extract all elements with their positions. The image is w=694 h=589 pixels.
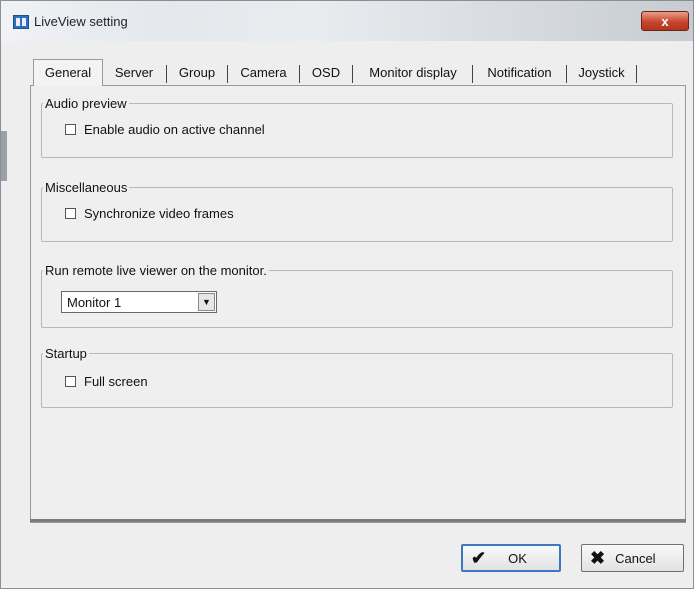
enable-audio-option[interactable]: Enable audio on active channel xyxy=(65,122,265,137)
cancel-label: Cancel xyxy=(615,550,656,566)
close-icon: x xyxy=(661,13,669,29)
title-bar[interactable]: LiveView setting x xyxy=(1,1,693,41)
monitor-select[interactable]: Monitor 1 ▼ xyxy=(61,291,217,313)
tab-monitor-display[interactable]: Monitor display xyxy=(358,61,468,85)
tab-osd[interactable]: OSD xyxy=(304,61,348,85)
tab-joystick[interactable]: Joystick xyxy=(570,61,633,85)
full-screen-label[interactable]: Full screen xyxy=(84,374,148,389)
window-title: LiveView setting xyxy=(34,14,128,29)
tab-separator xyxy=(227,65,228,83)
audio-preview-legend: Audio preview xyxy=(45,96,127,111)
miscellaneous-legend: Miscellaneous xyxy=(45,180,128,195)
background-window-edge xyxy=(1,131,7,181)
x-mark-icon: ✖ xyxy=(590,548,606,568)
liveview-setting-dialog: LiveView setting x General Server Group … xyxy=(0,0,694,589)
sync-video-label[interactable]: Synchronize video frames xyxy=(84,206,234,221)
close-button[interactable]: x xyxy=(641,11,689,31)
panel-bottom-border xyxy=(30,519,686,522)
sync-video-checkbox[interactable] xyxy=(65,208,76,219)
tab-strip: General Server Group Camera OSD Monitor … xyxy=(33,59,641,86)
full-screen-option[interactable]: Full screen xyxy=(65,374,148,389)
ok-button[interactable]: ✔ OK xyxy=(461,544,561,572)
tab-separator xyxy=(166,65,167,83)
tab-general[interactable]: General xyxy=(33,59,103,86)
checkmark-icon: ✔ xyxy=(471,548,487,568)
chevron-down-icon[interactable]: ▼ xyxy=(198,293,215,311)
monitor-select-value: Monitor 1 xyxy=(67,295,122,310)
sync-video-option[interactable]: Synchronize video frames xyxy=(65,206,234,221)
tab-separator xyxy=(636,65,637,83)
tab-notification[interactable]: Notification xyxy=(477,61,562,85)
tab-separator xyxy=(352,65,353,83)
tab-group[interactable]: Group xyxy=(171,61,223,85)
remote-viewer-legend: Run remote live viewer on the monitor. xyxy=(45,263,267,278)
startup-legend: Startup xyxy=(45,346,87,361)
cancel-button[interactable]: ✖ Cancel xyxy=(581,544,684,572)
tab-server[interactable]: Server xyxy=(107,61,161,85)
app-icon xyxy=(13,15,29,29)
enable-audio-checkbox[interactable] xyxy=(65,124,76,135)
full-screen-checkbox[interactable] xyxy=(65,376,76,387)
enable-audio-label[interactable]: Enable audio on active channel xyxy=(84,122,265,137)
ok-label: OK xyxy=(508,550,527,566)
tab-separator xyxy=(566,65,567,83)
tab-separator xyxy=(472,65,473,83)
tab-separator xyxy=(299,65,300,83)
tab-camera[interactable]: Camera xyxy=(232,61,295,85)
